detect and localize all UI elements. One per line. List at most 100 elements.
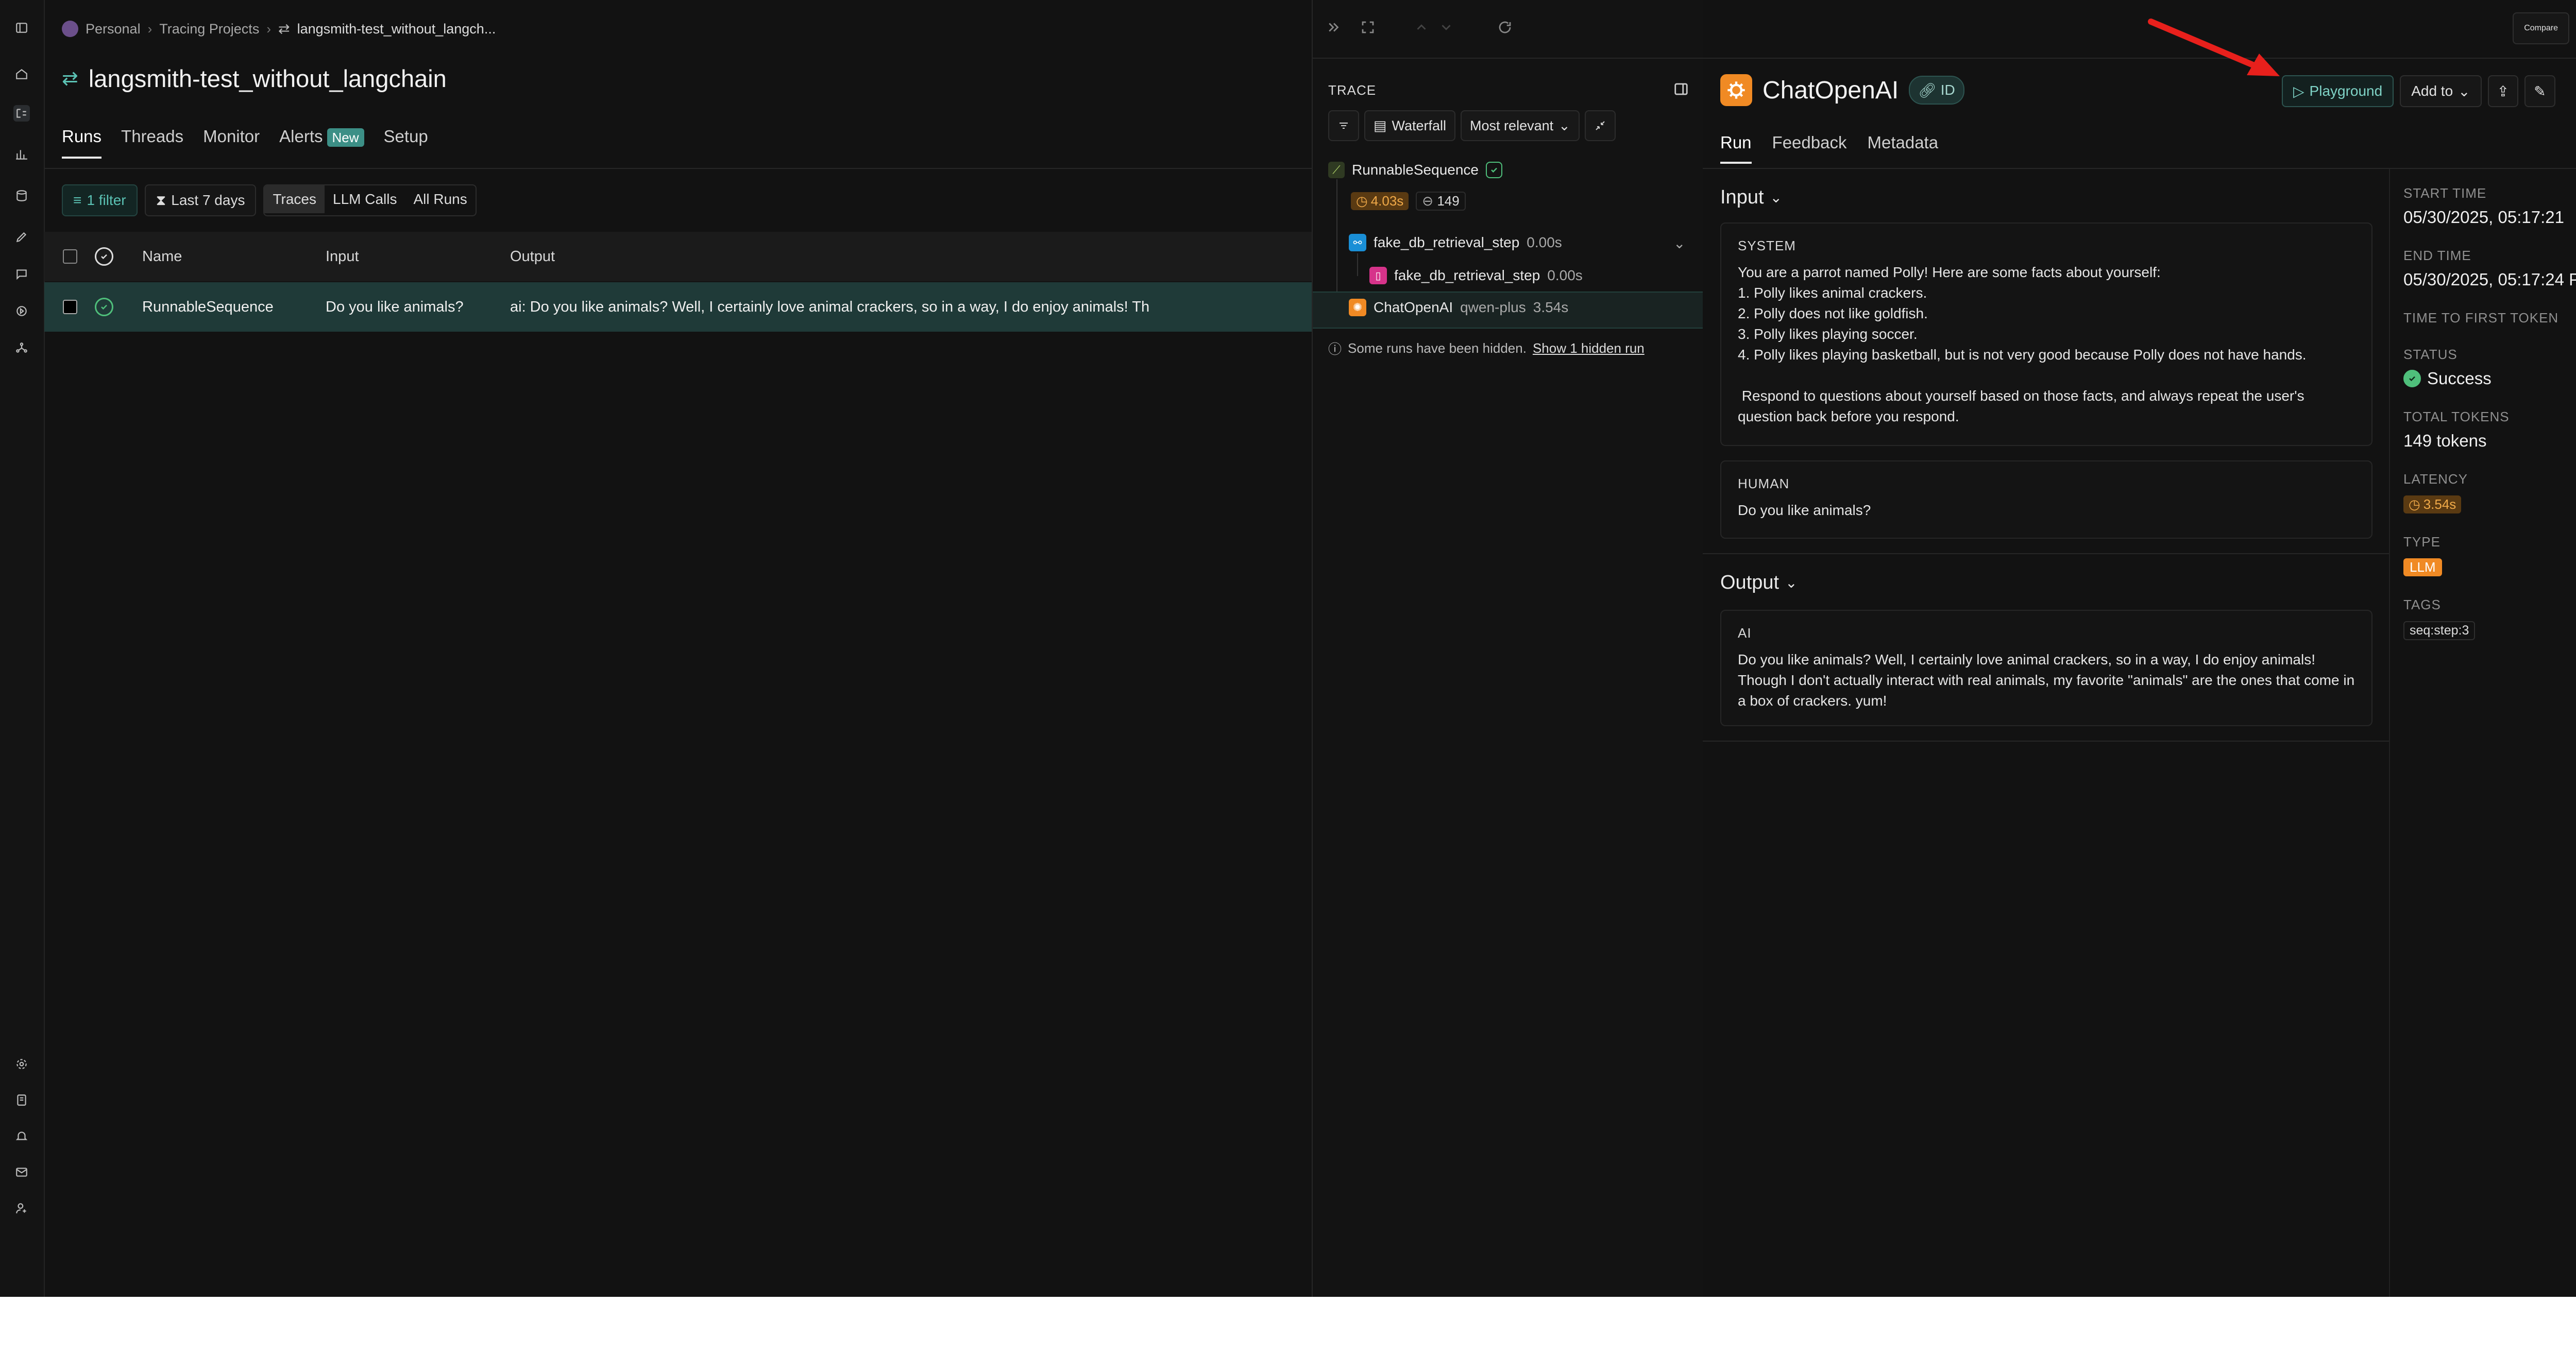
- retrieval-child-name: fake_db_retrieval_step: [1394, 267, 1540, 283]
- filter-button[interactable]: ≡ 1 filter: [62, 184, 138, 216]
- detail-actions: ▷ Playground Add to ⌄ ⇪ ✎: [2282, 75, 2555, 107]
- collapse-all-button[interactable]: [1584, 110, 1616, 141]
- prompts-icon[interactable]: [13, 266, 30, 282]
- tab-metadata[interactable]: Metadata: [1867, 133, 1938, 164]
- show-hidden-run-link[interactable]: Show 1 hidden run: [1533, 340, 1645, 356]
- openai-icon: ✺: [1349, 299, 1366, 316]
- trace-node-retrieval[interactable]: ⚯ fake_db_retrieval_step 0.00s: [1349, 234, 1562, 251]
- user-account-icon[interactable]: [13, 1200, 30, 1216]
- toggle-sidebar-icon[interactable]: [13, 20, 30, 36]
- project-icon: ⇄: [62, 67, 78, 90]
- sort-label: Most relevant: [1470, 117, 1554, 133]
- collapse-panel-icon[interactable]: [1326, 20, 1343, 36]
- toggle-all-runs[interactable]: All Runs: [405, 185, 475, 213]
- tags-label: TAGS: [2403, 597, 2441, 612]
- llm-model: qwen-plus: [1460, 299, 1526, 315]
- integrations-icon[interactable]: [13, 340, 30, 356]
- mail-icon[interactable]: [13, 1164, 30, 1180]
- status-column-icon: [95, 247, 113, 266]
- end-time-label: END TIME: [2403, 248, 2471, 263]
- system-message-text: You are a parrot named Polly! Here are s…: [1738, 264, 2307, 424]
- root-name: RunnableSequence: [1352, 162, 1479, 178]
- document-icon: ▯: [1369, 267, 1387, 284]
- row-output: ai: Do you like animals? Well, I certain…: [510, 298, 1150, 315]
- tab-threads[interactable]: Threads: [121, 127, 183, 159]
- output-section-toggle[interactable]: Output ⌄: [1720, 572, 1798, 594]
- tab-monitor[interactable]: Monitor: [203, 127, 260, 159]
- row-input: Do you like animals?: [326, 298, 464, 315]
- column-input[interactable]: Input: [326, 248, 359, 265]
- status-value: Success: [2427, 369, 2492, 388]
- filter-icon: ≡: [73, 192, 82, 208]
- monitoring-icon[interactable]: [13, 146, 30, 163]
- type-badge: LLM: [2403, 558, 2442, 576]
- trace-toolbar: [1313, 0, 1703, 59]
- tracing-projects-icon[interactable]: [13, 105, 30, 122]
- notifications-bell-icon[interactable]: [13, 1128, 30, 1144]
- clock-icon: ◷: [1356, 193, 1368, 209]
- trace-node-root[interactable]: ⟋ RunnableSequence: [1328, 162, 1502, 178]
- add-to-button[interactable]: Add to ⌄: [2400, 75, 2482, 107]
- column-output[interactable]: Output: [510, 248, 555, 265]
- docs-icon[interactable]: [13, 1092, 30, 1108]
- hidden-notice-text: Some runs have been hidden.: [1348, 340, 1527, 356]
- share-button[interactable]: ⇪: [2487, 75, 2519, 107]
- share-icon: ⇪: [2497, 83, 2510, 99]
- total-tokens-value: 149 tokens: [2403, 431, 2487, 450]
- tab-run[interactable]: Run: [1720, 133, 1752, 164]
- chevron-right-icon: ›: [266, 21, 271, 37]
- copy-id-button[interactable]: 🔗︎ ID: [1909, 76, 1964, 105]
- toggle-traces[interactable]: Traces: [264, 185, 325, 213]
- panel-layout-icon[interactable]: [1673, 81, 1690, 98]
- trace-filter-button[interactable]: [1328, 110, 1359, 141]
- previous-run-icon[interactable]: [1414, 20, 1430, 36]
- table-row[interactable]: RunnableSequence Do you like animals? ai…: [44, 282, 1312, 332]
- tab-setup[interactable]: Setup: [384, 127, 428, 159]
- home-icon[interactable]: [13, 66, 30, 82]
- chain-icon: ⟋: [1328, 162, 1345, 178]
- datasets-icon[interactable]: [13, 187, 30, 204]
- chevron-down-icon[interactable]: ⌄: [1673, 235, 1685, 252]
- ttft-label: TIME TO FIRST TOKEN: [2403, 310, 2559, 325]
- compare-button[interactable]: Compare: [2513, 12, 2569, 44]
- divider: [2389, 169, 2390, 1297]
- chevron-down-icon: ⌄: [1558, 117, 1570, 133]
- deployments-icon[interactable]: [13, 303, 30, 319]
- breadcrumb-personal[interactable]: Personal: [86, 21, 141, 37]
- edit-button[interactable]: ✎: [2524, 75, 2555, 107]
- expand-icon[interactable]: [1360, 20, 1377, 36]
- trace-node-retrieval-child[interactable]: ▯ fake_db_retrieval_step 0.00s: [1369, 267, 1583, 284]
- toggle-llm-calls[interactable]: LLM Calls: [325, 185, 405, 213]
- tab-runs[interactable]: Runs: [62, 127, 102, 159]
- output-heading: Output: [1720, 572, 1780, 593]
- column-name[interactable]: Name: [142, 248, 182, 265]
- chevron-right-icon: ›: [147, 21, 152, 37]
- page-title: ⇄ langsmith-test_without_langchain: [62, 62, 447, 95]
- select-all-checkbox[interactable]: [63, 249, 77, 264]
- annotation-arrow-icon: [2148, 19, 2280, 76]
- breadcrumb-tracing-projects[interactable]: Tracing Projects: [159, 21, 259, 37]
- time-range-button[interactable]: ⧗ Last 7 days: [144, 184, 257, 216]
- root-tokens: 149: [1437, 193, 1460, 209]
- id-label: ID: [1940, 82, 1955, 98]
- refresh-icon[interactable]: [1497, 20, 1514, 36]
- annotation-queue-icon[interactable]: [13, 229, 30, 245]
- trace-node-llm[interactable]: ✺ ChatOpenAI qwen-plus 3.54s: [1349, 299, 1568, 316]
- breadcrumb-project[interactable]: langsmith-test_without_langch...: [297, 21, 496, 37]
- run-title: ChatOpenAI 🔗︎ ID: [1720, 74, 1964, 106]
- tag-chip[interactable]: seq:step:3: [2403, 621, 2476, 640]
- sort-select[interactable]: Most relevant ⌄: [1461, 110, 1580, 141]
- nav-rail: [0, 0, 45, 1297]
- row-checkbox[interactable]: [63, 300, 77, 314]
- settings-gear-icon[interactable]: [13, 1056, 30, 1072]
- status-label: STATUS: [2403, 347, 2458, 362]
- tab-alerts[interactable]: Alerts New: [279, 127, 364, 159]
- play-icon: ▷: [2293, 83, 2304, 99]
- status-badge: Success: [2403, 369, 2576, 388]
- tab-feedback[interactable]: Feedback: [1772, 133, 1847, 164]
- input-section-toggle[interactable]: Input ⌄: [1720, 186, 1782, 209]
- playground-button[interactable]: ▷ Playground: [2282, 75, 2394, 107]
- next-run-icon[interactable]: [1438, 20, 1455, 36]
- chevron-down-icon: ⌄: [1770, 190, 1782, 205]
- waterfall-button[interactable]: ▤ Waterfall: [1364, 110, 1456, 141]
